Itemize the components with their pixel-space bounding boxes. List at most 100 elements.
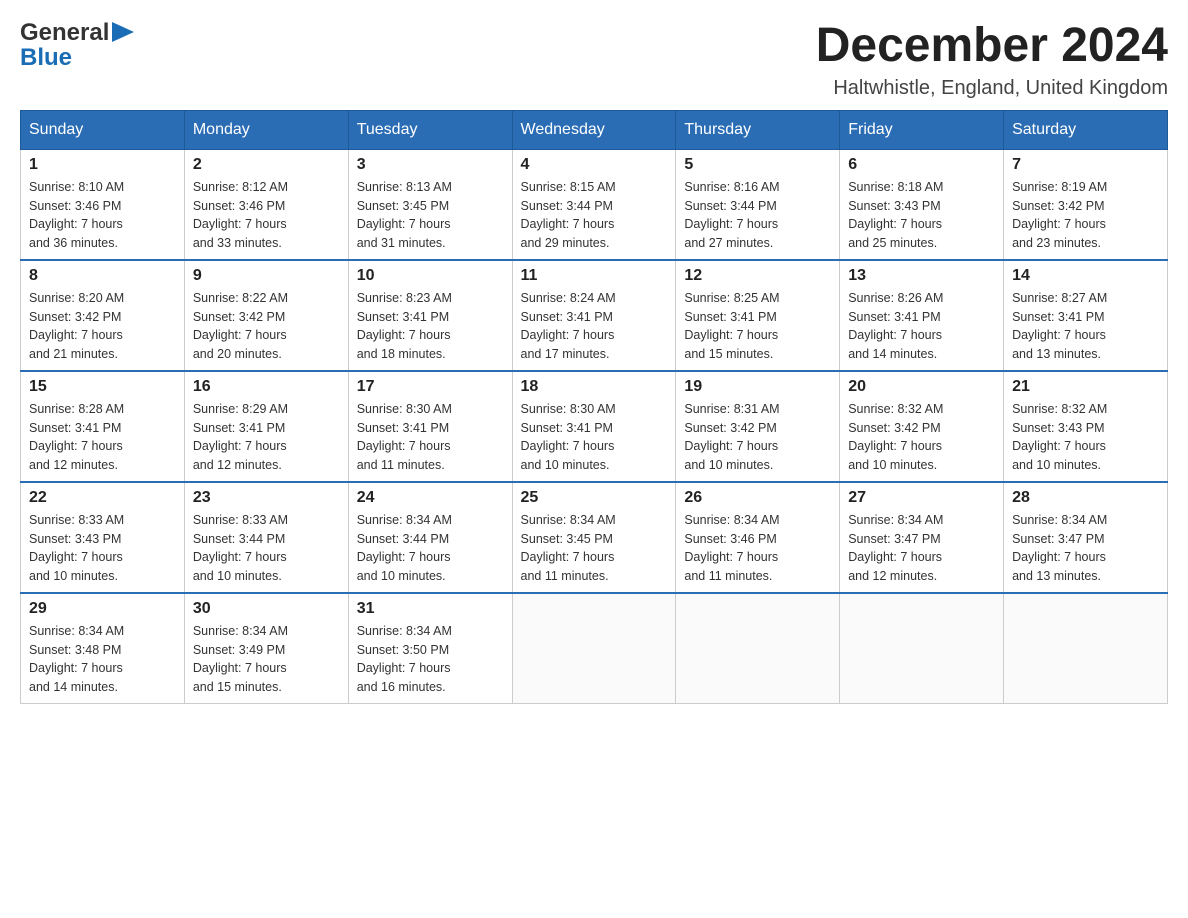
logo: General Blue: [20, 20, 134, 71]
calendar-header-monday: Monday: [184, 110, 348, 149]
calendar-cell: 12Sunrise: 8:25 AMSunset: 3:41 PMDayligh…: [676, 260, 840, 371]
day-info: Sunrise: 8:34 AMSunset: 3:50 PMDaylight:…: [357, 622, 504, 697]
calendar-cell: 30 Sunrise: 8:34 AMSunset: 3:49 PMDayligh…: [184, 593, 348, 704]
day-info: Sunrise: 8:34 AMSunset: 3:47 PMDaylight:…: [848, 511, 995, 586]
calendar-cell: 25Sunrise: 8:34 AMSunset: 3:45 PMDayligh…: [512, 482, 676, 593]
day-number: 2: [193, 156, 340, 174]
calendar-header-thursday: Thursday: [676, 110, 840, 149]
day-info: Sunrise: 8:29 AMSunset: 3:41 PMDaylight:…: [193, 400, 340, 475]
calendar-cell: [840, 593, 1004, 704]
day-info: Sunrise: 8:20 AMSunset: 3:42 PMDaylight:…: [29, 289, 176, 364]
calendar-cell: 22 Sunrise: 8:33 AMSunset: 3:43 PMDayligh…: [21, 482, 185, 593]
calendar-cell: 19 Sunrise: 8:31 AMSunset: 3:42 PMDayligh…: [676, 371, 840, 482]
day-number: 12: [684, 267, 831, 285]
calendar-cell: 31 Sunrise: 8:34 AMSunset: 3:50 PMDayligh…: [348, 593, 512, 704]
day-number: 19: [684, 378, 831, 396]
calendar-cell: 29Sunrise: 8:34 AMSunset: 3:48 PMDayligh…: [21, 593, 185, 704]
calendar-cell: 7Sunrise: 8:19 AMSunset: 3:42 PMDaylight…: [1004, 149, 1168, 260]
calendar-cell: 18 Sunrise: 8:30 AMSunset: 3:41 PMDayligh…: [512, 371, 676, 482]
day-number: 3: [357, 156, 504, 174]
day-number: 9: [193, 267, 340, 285]
day-info: Sunrise: 8:13 AMSunset: 3:45 PMDaylight:…: [357, 178, 504, 253]
day-info: Sunrise: 8:34 AMSunset: 3:46 PMDaylight:…: [684, 511, 831, 586]
calendar-header-tuesday: Tuesday: [348, 110, 512, 149]
day-info: Sunrise: 8:15 AMSunset: 3:44 PMDaylight:…: [521, 178, 668, 253]
day-number: 18: [521, 378, 668, 396]
day-number: 1: [29, 156, 176, 174]
day-info: Sunrise: 8:28 AMSunset: 3:41 PMDaylight:…: [29, 400, 176, 475]
day-number: 11: [521, 267, 668, 285]
logo-arrow-icon: [112, 22, 134, 42]
day-number: 4: [521, 156, 668, 174]
day-info: Sunrise: 8:34 AMSunset: 3:45 PMDaylight:…: [521, 511, 668, 586]
calendar-header-sunday: Sunday: [21, 110, 185, 149]
day-info: Sunrise: 8:34 AMSunset: 3:49 PMDaylight:…: [193, 622, 340, 697]
day-info: Sunrise: 8:34 AMSunset: 3:44 PMDaylight:…: [357, 511, 504, 586]
day-info: Sunrise: 8:24 AMSunset: 3:41 PMDaylight:…: [521, 289, 668, 364]
day-number: 10: [357, 267, 504, 285]
title-block: December 2024 Haltwhistle, England, Unit…: [816, 20, 1168, 100]
calendar-cell: 8 Sunrise: 8:20 AMSunset: 3:42 PMDaylight…: [21, 260, 185, 371]
day-number: 22: [29, 489, 176, 507]
day-number: 30: [193, 600, 340, 618]
calendar-cell: 13Sunrise: 8:26 AMSunset: 3:41 PMDayligh…: [840, 260, 1004, 371]
calendar-cell: 27 Sunrise: 8:34 AMSunset: 3:47 PMDayligh…: [840, 482, 1004, 593]
calendar-cell: 3 Sunrise: 8:13 AMSunset: 3:45 PMDaylight…: [348, 149, 512, 260]
day-info: Sunrise: 8:27 AMSunset: 3:41 PMDaylight:…: [1012, 289, 1159, 364]
day-number: 28: [1012, 489, 1159, 507]
day-number: 23: [193, 489, 340, 507]
calendar-header-wednesday: Wednesday: [512, 110, 676, 149]
calendar-cell: [676, 593, 840, 704]
day-info: Sunrise: 8:33 AMSunset: 3:44 PMDaylight:…: [193, 511, 340, 586]
day-number: 15: [29, 378, 176, 396]
day-number: 31: [357, 600, 504, 618]
calendar-week-1: 1 Sunrise: 8:10 AMSunset: 3:46 PMDaylight…: [21, 149, 1168, 260]
calendar-table: SundayMondayTuesdayWednesdayThursdayFrid…: [20, 110, 1168, 704]
calendar-cell: 2 Sunrise: 8:12 AMSunset: 3:46 PMDaylight…: [184, 149, 348, 260]
calendar-cell: 1 Sunrise: 8:10 AMSunset: 3:46 PMDaylight…: [21, 149, 185, 260]
day-number: 13: [848, 267, 995, 285]
calendar-week-5: 29Sunrise: 8:34 AMSunset: 3:48 PMDayligh…: [21, 593, 1168, 704]
day-info: Sunrise: 8:19 AMSunset: 3:42 PMDaylight:…: [1012, 178, 1159, 253]
calendar-week-3: 15 Sunrise: 8:28 AMSunset: 3:41 PMDayligh…: [21, 371, 1168, 482]
location-title: Haltwhistle, England, United Kingdom: [816, 77, 1168, 100]
calendar-cell: 21Sunrise: 8:32 AMSunset: 3:43 PMDayligh…: [1004, 371, 1168, 482]
calendar-cell: 20 Sunrise: 8:32 AMSunset: 3:42 PMDayligh…: [840, 371, 1004, 482]
day-number: 21: [1012, 378, 1159, 396]
day-number: 8: [29, 267, 176, 285]
calendar-cell: 16 Sunrise: 8:29 AMSunset: 3:41 PMDayligh…: [184, 371, 348, 482]
day-info: Sunrise: 8:31 AMSunset: 3:42 PMDaylight:…: [684, 400, 831, 475]
logo-general: General: [20, 20, 109, 46]
day-number: 6: [848, 156, 995, 174]
day-info: Sunrise: 8:33 AMSunset: 3:43 PMDaylight:…: [29, 511, 176, 586]
day-info: Sunrise: 8:22 AMSunset: 3:42 PMDaylight:…: [193, 289, 340, 364]
day-info: Sunrise: 8:12 AMSunset: 3:46 PMDaylight:…: [193, 178, 340, 253]
calendar-cell: 5Sunrise: 8:16 AMSunset: 3:44 PMDaylight…: [676, 149, 840, 260]
calendar-week-4: 22 Sunrise: 8:33 AMSunset: 3:43 PMDayligh…: [21, 482, 1168, 593]
day-info: Sunrise: 8:18 AMSunset: 3:43 PMDaylight:…: [848, 178, 995, 253]
day-number: 16: [193, 378, 340, 396]
day-info: Sunrise: 8:30 AMSunset: 3:41 PMDaylight:…: [357, 400, 504, 475]
day-info: Sunrise: 8:32 AMSunset: 3:42 PMDaylight:…: [848, 400, 995, 475]
day-number: 27: [848, 489, 995, 507]
calendar-cell: [512, 593, 676, 704]
calendar-cell: 10 Sunrise: 8:23 AMSunset: 3:41 PMDayligh…: [348, 260, 512, 371]
day-number: 14: [1012, 267, 1159, 285]
day-number: 26: [684, 489, 831, 507]
calendar-cell: 14 Sunrise: 8:27 AMSunset: 3:41 PMDayligh…: [1004, 260, 1168, 371]
calendar-cell: 4 Sunrise: 8:15 AMSunset: 3:44 PMDaylight…: [512, 149, 676, 260]
calendar-cell: 17 Sunrise: 8:30 AMSunset: 3:41 PMDayligh…: [348, 371, 512, 482]
day-info: Sunrise: 8:16 AMSunset: 3:44 PMDaylight:…: [684, 178, 831, 253]
calendar-cell: 15 Sunrise: 8:28 AMSunset: 3:41 PMDayligh…: [21, 371, 185, 482]
day-number: 17: [357, 378, 504, 396]
day-info: Sunrise: 8:10 AMSunset: 3:46 PMDaylight:…: [29, 178, 176, 253]
logo-blue: Blue: [20, 45, 134, 71]
calendar-cell: 11 Sunrise: 8:24 AMSunset: 3:41 PMDayligh…: [512, 260, 676, 371]
day-info: Sunrise: 8:23 AMSunset: 3:41 PMDaylight:…: [357, 289, 504, 364]
month-title: December 2024: [816, 20, 1168, 73]
day-number: 20: [848, 378, 995, 396]
day-info: Sunrise: 8:34 AMSunset: 3:48 PMDaylight:…: [29, 622, 176, 697]
calendar-header-row: SundayMondayTuesdayWednesdayThursdayFrid…: [21, 110, 1168, 149]
day-info: Sunrise: 8:30 AMSunset: 3:41 PMDaylight:…: [521, 400, 668, 475]
calendar-cell: 23 Sunrise: 8:33 AMSunset: 3:44 PMDayligh…: [184, 482, 348, 593]
